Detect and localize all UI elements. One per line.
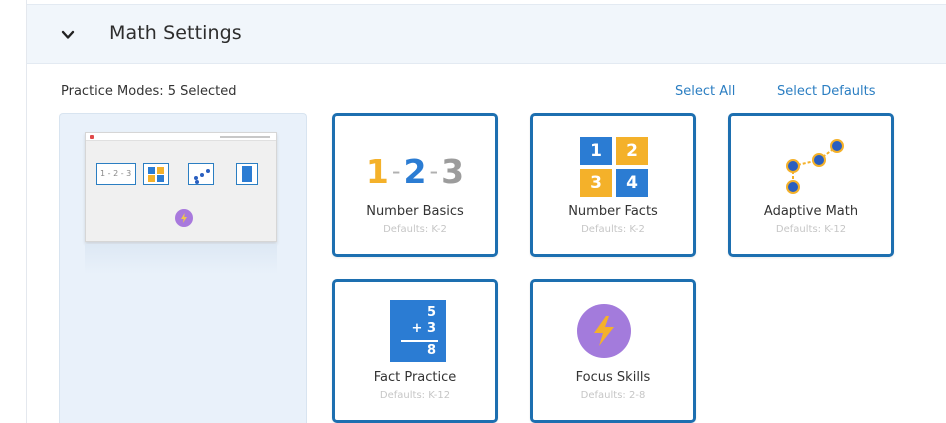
preview-grid-cell-icon [157, 175, 164, 182]
preview-grid-cell-icon [148, 167, 155, 174]
section-title: Math Settings [109, 22, 242, 44]
chevron-down-icon[interactable] [61, 27, 75, 41]
preview-fact-practice-tile [236, 163, 258, 185]
card-name: Number Basics [366, 204, 464, 219]
select-all-link[interactable]: Select All [675, 84, 735, 99]
number-grid-icon: 1 2 3 4 [533, 116, 693, 202]
fact-result: 8 [426, 343, 436, 358]
digit-two: 2 [403, 152, 427, 191]
number-basics-card[interactable]: 1 -2 -3 Number Basics Defaults: K-2 [332, 113, 498, 257]
preview-number-facts-tile [143, 163, 169, 185]
fact-bottom-number: + 3 [411, 321, 436, 336]
number-sequence-icon: 1 -2 -3 [335, 116, 495, 202]
practice-preview-panel: 1 - 2 - 3 [59, 113, 307, 423]
preview-grid-cell-icon [157, 167, 164, 174]
math-settings-header[interactable]: Math Settings [27, 4, 946, 64]
grid-cell: 3 [580, 169, 612, 197]
preview-adaptive-math-tile [188, 163, 214, 185]
practice-modes-label: Practice Modes: 5 Selected [61, 84, 237, 99]
card-defaults: Defaults: K-2 [383, 224, 447, 235]
digit-separator: - [429, 157, 439, 185]
preview-menu [220, 136, 270, 138]
card-name: Fact Practice [373, 370, 457, 385]
card-name: Focus Skills [575, 370, 651, 385]
focus-skills-art [533, 282, 693, 368]
digit-three: 3 [441, 152, 465, 191]
preview-grid-cell-icon [148, 175, 155, 182]
connected-dots-icon [731, 116, 891, 202]
preview-fact-card-icon [242, 166, 252, 182]
select-defaults-link[interactable]: Select Defaults [777, 84, 876, 99]
card-defaults: Defaults: K-12 [775, 224, 847, 235]
preview-top-bar [86, 133, 276, 141]
fact-top-number: 5 [426, 305, 436, 320]
card-defaults: Defaults: 2-8 [580, 390, 646, 401]
preview-shadow [85, 244, 277, 274]
grid-cell: 1 [580, 137, 612, 165]
addition-card-icon: 5 + 3 8 [335, 282, 495, 368]
fact-rule [401, 340, 438, 342]
preview-dot-icon [200, 173, 204, 177]
adaptive-math-card[interactable]: Adaptive Math Defaults: K-12 [728, 113, 894, 257]
card-name: Adaptive Math [763, 204, 859, 219]
preview-dot-icon [206, 169, 210, 173]
preview-number-basics-tile: 1 - 2 - 3 [96, 163, 136, 185]
card-name: Number Facts [568, 204, 658, 219]
card-defaults: Defaults: K-12 [379, 390, 451, 401]
preview-logo-icon [90, 135, 94, 139]
preview-screenshot: 1 - 2 - 3 [85, 132, 277, 242]
fact-practice-card[interactable]: 5 + 3 8 Fact Practice Defaults: K-12 [332, 279, 498, 423]
focus-skills-card[interactable]: Focus Skills Defaults: 2-8 [530, 279, 696, 423]
grid-cell: 2 [616, 137, 648, 165]
grid-cell: 4 [616, 169, 648, 197]
number-facts-card[interactable]: 1 2 3 4 Number Facts Defaults: K-2 [530, 113, 696, 257]
card-defaults: Defaults: K-2 [581, 224, 645, 235]
math-settings-panel: Math Settings Practice Modes: 5 Selected… [26, 0, 946, 423]
preview-dot-icon [195, 180, 199, 184]
preview-number-basics-text: 1 - 2 - 3 [100, 169, 132, 178]
digit-one: 1 [365, 152, 389, 191]
preview-lightning-bolt-icon [175, 209, 193, 227]
digit-separator: - [391, 157, 401, 185]
lightning-bolt-icon [577, 304, 631, 358]
